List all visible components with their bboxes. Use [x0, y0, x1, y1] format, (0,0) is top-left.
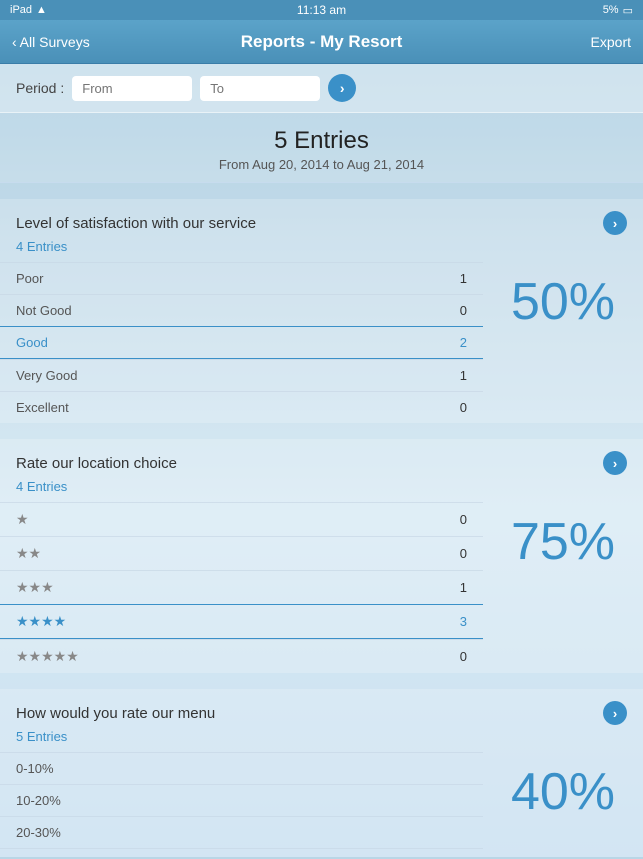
row-value-satisfaction-0: 1 [447, 271, 467, 286]
section-entries-satisfaction: 4 Entries [0, 239, 643, 262]
row-label-menu-0: 0-10% [16, 761, 447, 776]
section-title-satisfaction: Level of satisfaction with our service [16, 215, 256, 232]
star-label-location-3: ★★★★ [16, 613, 66, 629]
section-title-menu: How would you rate our menu [16, 705, 215, 722]
row-label-satisfaction-2: Good [16, 335, 447, 350]
status-bar: iPad ▲ 11:13 am 5% ▭ [0, 0, 643, 20]
row-label-satisfaction-4: Excellent [16, 400, 447, 415]
data-row-menu-3: 30-40% [0, 848, 483, 859]
data-row-satisfaction-0: Poor1 [0, 262, 483, 294]
data-row-location-2: ★★★ 1 [0, 570, 483, 604]
battery-icon: ▭ [623, 4, 633, 17]
big-percent-satisfaction: 50% [483, 262, 643, 342]
section-entries-location: 4 Entries [0, 479, 643, 502]
row-label-satisfaction-3: Very Good [16, 368, 447, 383]
section-body-satisfaction: Poor1Not Good0Good2Very Good1Excellent05… [0, 262, 643, 423]
row-value-location-0: 0 [447, 512, 467, 527]
row-value-location-1: 0 [447, 546, 467, 561]
row-value-location-2: 1 [447, 580, 467, 595]
star-label-location-2: ★★★ [16, 579, 54, 595]
data-row-satisfaction-3: Very Good1 [0, 359, 483, 391]
scroll-content[interactable]: Level of satisfaction with our service › 4… [0, 183, 643, 859]
data-row-menu-0: 0-10% [0, 752, 483, 784]
rows-area-location: ★0★★0★★★1★★★★3★★★★★0 [0, 502, 483, 673]
section-body-menu: 0-10% 10-20% 20-30% 30-40% 40% [0, 752, 643, 859]
section-arrow-location[interactable]: › [603, 451, 627, 475]
section-arrow-satisfaction[interactable]: › [603, 211, 627, 235]
row-label-menu-2: 20-30% [16, 825, 447, 840]
star-label-location-0: ★ [16, 511, 29, 527]
nav-bar: ‹ All Surveys Reports - My Resort Export [0, 20, 643, 64]
nav-title: Reports - My Resort [241, 32, 403, 52]
export-button[interactable]: Export [591, 34, 631, 50]
section-location: Rate our location choice›4 Entries★0★★0★… [0, 439, 643, 673]
row-value-satisfaction-4: 0 [447, 400, 467, 415]
data-row-location-4: ★★★★★ 0 [0, 639, 483, 673]
row-label-menu-1: 10-20% [16, 793, 447, 808]
status-bar-time: 11:13 am [297, 3, 346, 17]
wifi-icon: ▲ [36, 4, 47, 16]
period-label: Period : [16, 80, 64, 96]
row-value-satisfaction-2: 2 [447, 335, 467, 350]
data-row-satisfaction-2: Good2 [0, 326, 483, 359]
section-header-satisfaction: Level of satisfaction with our service › [0, 199, 643, 239]
row-label-satisfaction-0: Poor [16, 271, 447, 286]
to-date-input[interactable] [200, 76, 320, 101]
period-bar: Period : › [0, 64, 643, 113]
star-label-location-1: ★★ [16, 545, 41, 561]
section-entries-menu: 5 Entries [0, 729, 643, 752]
row-value-satisfaction-1: 0 [447, 303, 467, 318]
star-label-location-4: ★★★★★ [16, 648, 79, 664]
entries-date-range: From Aug 20, 2014 to Aug 21, 2014 [0, 157, 643, 172]
data-row-location-1: ★★ 0 [0, 536, 483, 570]
data-row-satisfaction-1: Not Good0 [0, 294, 483, 326]
rows-area-menu: 0-10% 10-20% 20-30% 30-40% [0, 752, 483, 859]
data-row-satisfaction-4: Excellent0 [0, 391, 483, 423]
status-bar-left: iPad ▲ [10, 4, 47, 16]
battery-label: 5% [603, 4, 619, 16]
back-label: All Surveys [20, 34, 90, 50]
row-label-satisfaction-1: Not Good [16, 303, 447, 318]
section-body-location: ★0★★0★★★1★★★★3★★★★★075% [0, 502, 643, 673]
entries-count: 5 Entries [0, 127, 643, 155]
section-title-location: Rate our location choice [16, 455, 177, 472]
from-date-input[interactable] [72, 76, 192, 101]
go-button[interactable]: › [328, 74, 356, 102]
section-header-menu: How would you rate our menu › [0, 689, 643, 729]
section-menu: How would you rate our menu›5 Entries0-1… [0, 689, 643, 859]
row-value-location-4: 0 [447, 649, 467, 664]
back-chevron-icon: ‹ [12, 34, 17, 50]
data-row-location-3: ★★★★ 3 [0, 604, 483, 639]
data-row-menu-1: 10-20% [0, 784, 483, 816]
entries-header: 5 Entries From Aug 20, 2014 to Aug 21, 2… [0, 113, 643, 183]
section-header-location: Rate our location choice › [0, 439, 643, 479]
device-label: iPad [10, 4, 32, 16]
status-bar-right: 5% ▭ [603, 4, 633, 17]
row-value-location-3: 3 [447, 614, 467, 629]
data-row-location-0: ★0 [0, 502, 483, 536]
back-button[interactable]: ‹ All Surveys [12, 34, 90, 50]
big-percent-location: 75% [483, 502, 643, 582]
row-value-satisfaction-3: 1 [447, 368, 467, 383]
big-percent-menu: 40% [483, 752, 643, 832]
data-row-menu-2: 20-30% [0, 816, 483, 848]
section-satisfaction: Level of satisfaction with our service › 4… [0, 199, 643, 423]
rows-area-satisfaction: Poor1Not Good0Good2Very Good1Excellent0 [0, 262, 483, 423]
section-arrow-menu[interactable]: › [603, 701, 627, 725]
